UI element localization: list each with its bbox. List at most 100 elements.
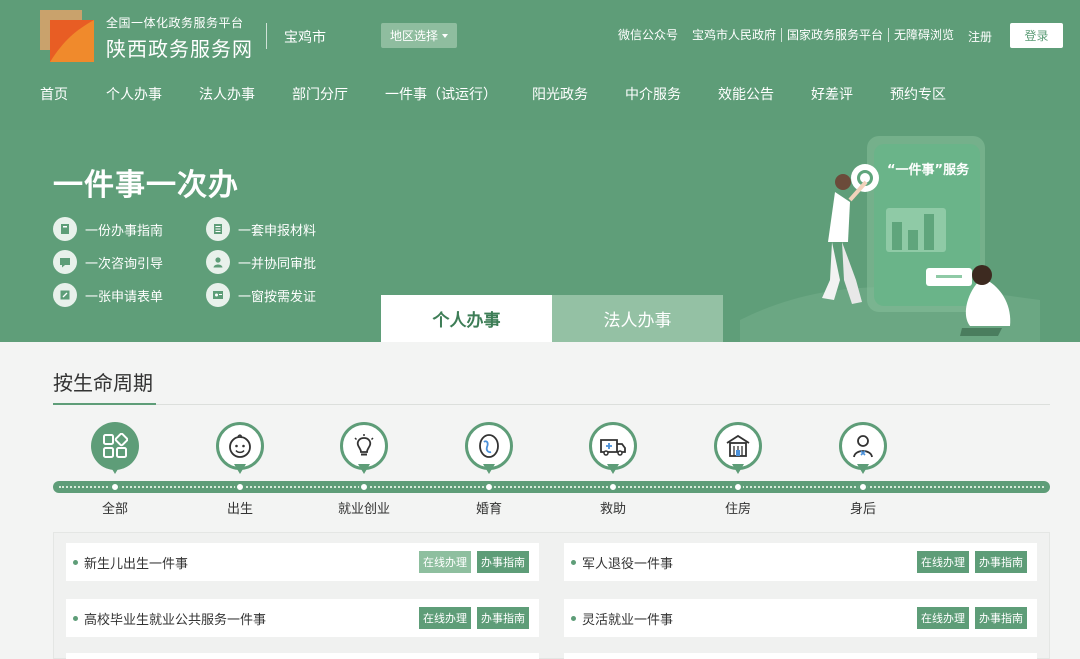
timeline-node bbox=[608, 482, 618, 492]
nav-item-appointment[interactable]: 预约专区 bbox=[890, 84, 946, 104]
bullet-icon bbox=[73, 559, 78, 565]
person-icon bbox=[839, 422, 887, 470]
timeline-node bbox=[359, 482, 369, 492]
online-handle-button[interactable]: 在线办理 bbox=[419, 607, 471, 629]
baby-icon bbox=[216, 422, 264, 470]
apps-grid-icon bbox=[91, 422, 139, 470]
header-bar: 全国一体化政务服务平台 陕西政务服务网 宝鸡市 地区选择 微信公众号 宝鸡市人民… bbox=[0, 0, 1080, 130]
stage-label: 出生 bbox=[226, 502, 253, 517]
link-city-gov[interactable]: 宝鸡市人民政府 bbox=[687, 28, 781, 42]
timeline-node bbox=[235, 482, 245, 492]
register-link[interactable]: 注册 bbox=[968, 28, 992, 45]
nav-item-open-government[interactable]: 阳光政务 bbox=[532, 84, 588, 104]
online-handle-button[interactable]: 在线办理 bbox=[917, 551, 969, 573]
nav-item-one-thing[interactable]: 一件事（试运行） bbox=[385, 84, 497, 104]
lightbulb-icon bbox=[340, 422, 388, 470]
list-item-partial bbox=[66, 653, 539, 659]
pin-tail bbox=[607, 464, 619, 474]
list-item: 灵活就业一件事 在线办理 办事指南 bbox=[564, 599, 1037, 637]
items-panel: 新生儿出生一件事 在线办理 办事指南 军人退役一件事 在线办理 办事指南 高校毕… bbox=[53, 532, 1050, 659]
item-name[interactable]: 军人退役一件事 bbox=[582, 553, 917, 572]
nav-item-efficiency[interactable]: 效能公告 bbox=[718, 84, 774, 104]
item-name[interactable]: 灵活就业一件事 bbox=[582, 609, 917, 628]
nav-item-departments[interactable]: 部门分厅 bbox=[292, 84, 348, 104]
timeline-node bbox=[484, 482, 494, 492]
feature-label: 一窗按需发证 bbox=[238, 289, 317, 305]
list-item: 新生儿出生一件事 在线办理 办事指南 bbox=[66, 543, 539, 581]
stage-label: 婚育 bbox=[475, 502, 502, 517]
feature-label: 一份办事指南 bbox=[85, 223, 164, 239]
region-select-button[interactable]: 地区选择 bbox=[381, 23, 457, 48]
guide-button[interactable]: 办事指南 bbox=[477, 551, 529, 573]
stage-label: 住房 bbox=[724, 502, 751, 517]
timeline-track bbox=[53, 481, 1050, 493]
logo-icon[interactable] bbox=[40, 10, 94, 62]
list-item-partial bbox=[564, 653, 1037, 659]
certificate-icon bbox=[206, 283, 230, 307]
tab-corporate[interactable]: 法人办事 bbox=[552, 295, 723, 342]
house-icon bbox=[714, 422, 762, 470]
nav-item-personal[interactable]: 个人办事 bbox=[106, 84, 162, 104]
region-select-label: 地区选择 bbox=[389, 29, 438, 43]
stage-label: 身后 bbox=[849, 502, 876, 517]
section-underline bbox=[53, 403, 156, 405]
section-title: 按生命周期 bbox=[53, 371, 153, 395]
list-item: 高校毕业生就业公共服务一件事 在线办理 办事指南 bbox=[66, 599, 539, 637]
link-national-platform[interactable]: 国家政务服务平台 bbox=[781, 28, 888, 42]
heart-egg-icon bbox=[465, 422, 513, 470]
document-icon bbox=[206, 217, 230, 241]
feature-label: 一次咨询引导 bbox=[85, 256, 164, 272]
divider bbox=[266, 23, 267, 49]
chat-icon bbox=[53, 250, 77, 274]
pin-tail bbox=[234, 464, 246, 474]
feature-approval: 一并协同审批 bbox=[206, 250, 316, 274]
feature-form: 一张申请表单 bbox=[53, 283, 163, 307]
stage-label: 就业创业 bbox=[337, 502, 390, 517]
guide-button[interactable]: 办事指南 bbox=[975, 607, 1027, 629]
bullet-icon bbox=[73, 615, 78, 621]
stage-label: 救助 bbox=[599, 502, 626, 517]
feature-label: 一并协同审批 bbox=[238, 256, 317, 272]
feature-label: 一张申请表单 bbox=[85, 289, 164, 305]
main-nav: 首页 个人办事 法人办事 部门分厅 一件事（试运行） 阳光政务 中介服务 效能公… bbox=[0, 84, 1080, 108]
feature-materials: 一套申报材料 bbox=[206, 217, 316, 241]
pin-tail bbox=[109, 464, 121, 474]
logo-title[interactable]: 陕西政务服务网 bbox=[106, 33, 253, 62]
feature-certificate: 一窗按需发证 bbox=[206, 283, 316, 307]
timeline-node bbox=[858, 482, 868, 492]
online-handle-button[interactable]: 在线办理 bbox=[419, 551, 471, 573]
logo-subtitle: 全国一体化政务服务平台 bbox=[106, 16, 244, 30]
current-city: 宝鸡市 bbox=[284, 30, 326, 46]
pin-tail bbox=[358, 464, 370, 474]
timeline-node bbox=[733, 482, 743, 492]
online-handle-button[interactable]: 在线办理 bbox=[917, 607, 969, 629]
item-name[interactable]: 高校毕业生就业公共服务一件事 bbox=[84, 609, 419, 628]
feature-consult: 一次咨询引导 bbox=[53, 250, 163, 274]
bullet-icon bbox=[571, 615, 576, 621]
timeline-node bbox=[110, 482, 120, 492]
nav-item-rating[interactable]: 好差评 bbox=[811, 84, 853, 104]
item-name[interactable]: 新生儿出生一件事 bbox=[84, 553, 419, 572]
banner-title: 一件事一次办 bbox=[53, 168, 239, 203]
book-icon bbox=[53, 217, 77, 241]
pin-tail bbox=[483, 464, 495, 474]
link-wechat[interactable]: 微信公众号 bbox=[618, 28, 687, 42]
ambulance-icon bbox=[589, 422, 637, 470]
pin-tail bbox=[857, 464, 869, 474]
user-icon bbox=[206, 250, 230, 274]
bullet-icon bbox=[571, 559, 576, 565]
section-divider bbox=[53, 404, 1050, 405]
tab-personal[interactable]: 个人办事 bbox=[381, 295, 552, 342]
stage-label: 全部 bbox=[101, 502, 128, 517]
pin-tail bbox=[732, 464, 744, 474]
guide-button[interactable]: 办事指南 bbox=[975, 551, 1027, 573]
list-item: 军人退役一件事 在线办理 办事指南 bbox=[564, 543, 1037, 581]
caret-down-icon bbox=[442, 33, 448, 38]
guide-button[interactable]: 办事指南 bbox=[477, 607, 529, 629]
login-button[interactable]: 登录 bbox=[1010, 23, 1063, 48]
link-accessibility[interactable]: 无障碍浏览 bbox=[888, 28, 959, 42]
nav-item-intermediary[interactable]: 中介服务 bbox=[625, 84, 681, 104]
nav-item-corporate[interactable]: 法人办事 bbox=[199, 84, 255, 104]
nav-item-home[interactable]: 首页 bbox=[40, 84, 68, 104]
top-links: 微信公众号 宝鸡市人民政府 国家政务服务平台 无障碍浏览 bbox=[618, 28, 959, 42]
